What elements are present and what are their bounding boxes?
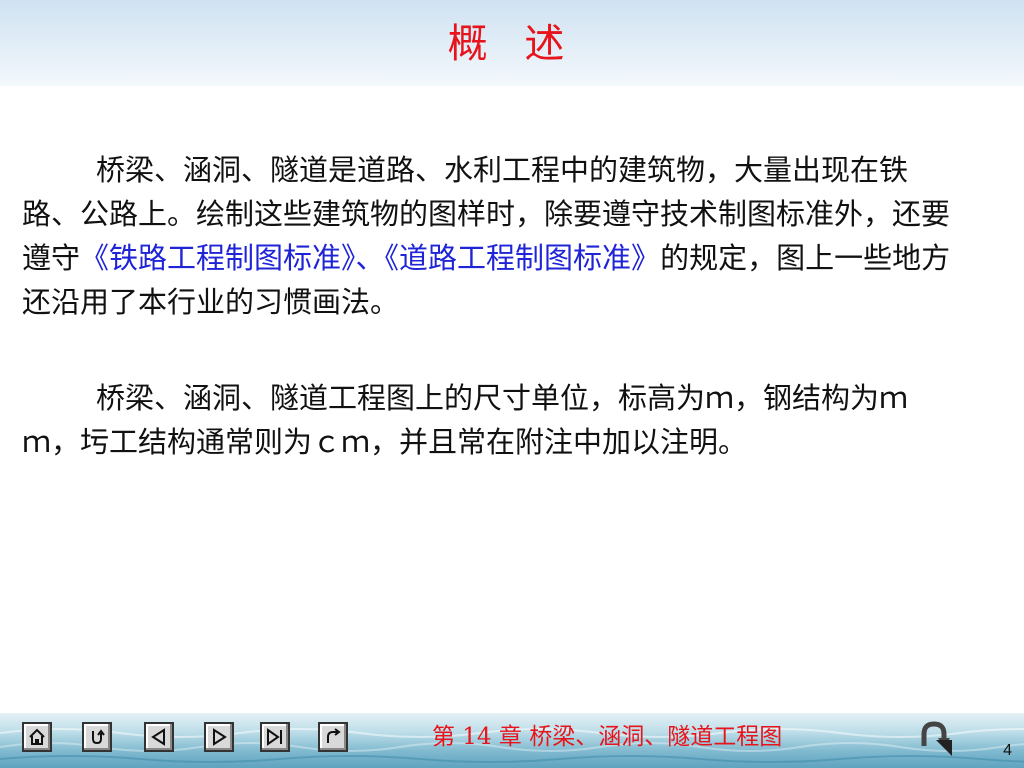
chapter-title: 第 14 章 桥梁、涵洞、隧道工程图 <box>432 724 783 750</box>
road-standard-link[interactable]: 《道路工程制图标准》 <box>385 241 661 275</box>
paragraph-2: 桥梁、涵洞、隧道工程图上的尺寸单位，标高为ｍ，钢结构为ｍｍ，圬工结构通常则为ｃｍ… <box>22 376 952 464</box>
paragraph-2-text: 桥梁、涵洞、隧道工程图上的尺寸单位，标高为ｍ，钢结构为ｍｍ，圬工结构通常则为ｃｍ… <box>22 381 909 459</box>
home-icon <box>29 728 45 745</box>
next-slide-button[interactable] <box>204 722 234 752</box>
last-slide-button[interactable] <box>260 722 290 752</box>
last-icon <box>267 728 282 746</box>
link-separator: 、 <box>355 241 385 275</box>
return-u-icon <box>92 729 105 745</box>
back-arrow-icon <box>327 728 341 743</box>
slide: 概 述 桥梁、涵洞、隧道是道路、水利工程中的建筑物，大量出现在铁路、公路上。绘制… <box>0 0 1024 768</box>
page-number: 4 <box>1003 742 1012 759</box>
home-button[interactable] <box>22 722 52 752</box>
return-button[interactable] <box>82 722 112 752</box>
railway-standard-link[interactable]: 《铁路工程制图标准》 <box>80 241 356 275</box>
previous-slide-button[interactable] <box>144 722 174 752</box>
slide-title: 概 述 <box>447 21 577 67</box>
next-icon <box>213 728 227 746</box>
paragraph-1: 桥梁、涵洞、隧道是道路、水利工程中的建筑物，大量出现在铁路、公路上。绘制这些建筑… <box>22 148 952 324</box>
return-to-icon[interactable] <box>918 718 958 758</box>
prev-icon <box>151 728 165 746</box>
back-button[interactable] <box>318 722 348 752</box>
